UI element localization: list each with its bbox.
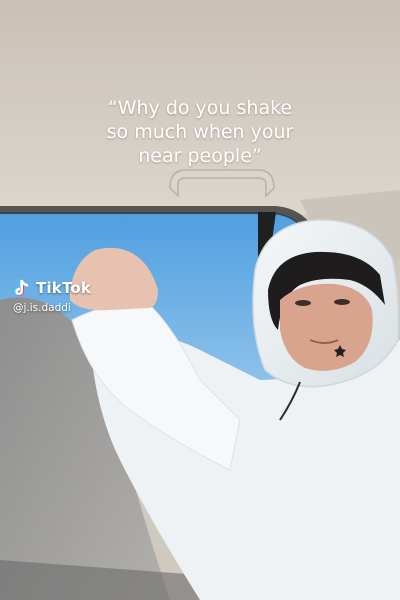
video-caption: “Why do you shake so much when your near… [106, 97, 294, 167]
watermark-brand-row: TikTok [12, 278, 91, 298]
watermark-brand: TikTok [36, 279, 92, 297]
right-eye [334, 299, 350, 305]
tiktok-note-icon [14, 279, 28, 296]
face [280, 283, 373, 371]
video-frame: “Why do you shake so much when your near… [0, 0, 400, 600]
left-eye [295, 300, 311, 306]
watermark-handle: @j.is.daddi [13, 302, 71, 314]
tiktok-watermark: TikTok @j.is.daddi [12, 278, 91, 314]
